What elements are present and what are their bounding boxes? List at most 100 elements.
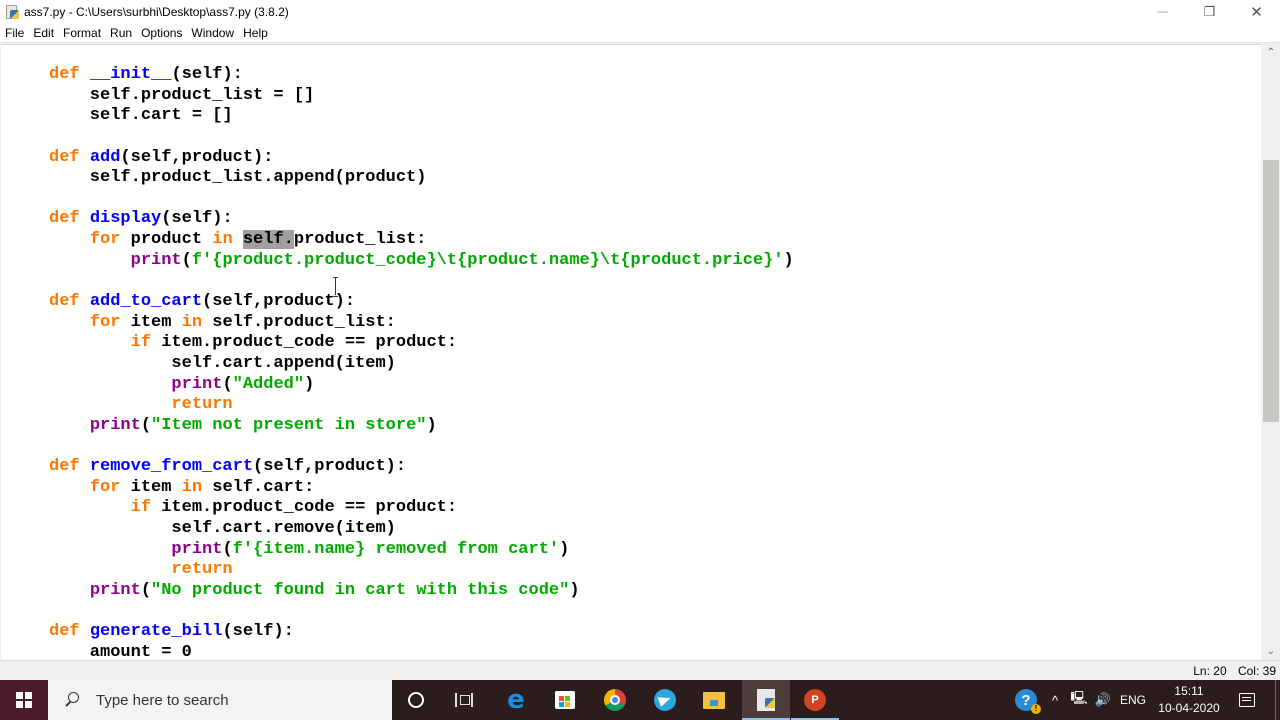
action-center-button[interactable] (1232, 680, 1262, 720)
code-line[interactable]: def add_to_cart(self,product): (49, 292, 794, 313)
code-token: item (120, 477, 182, 497)
string-token: "Item not present in store" (151, 415, 427, 435)
speaker-icon: 🔊 (1094, 692, 1112, 707)
chrome-taskbar-button[interactable] (591, 680, 639, 720)
code-token: item.product_code == product: (151, 333, 458, 353)
search-icon (62, 690, 82, 710)
vertical-scrollbar[interactable]: ⌃ ⌄ (1262, 44, 1280, 660)
minimize-button[interactable]: — (1139, 0, 1186, 24)
code-line[interactable]: print(f'{item.name} removed from cart') (49, 540, 794, 561)
clock-time: 15:11 (1174, 684, 1204, 698)
code-line[interactable]: if item.product_code == product: (49, 498, 794, 519)
code-line[interactable] (49, 602, 794, 623)
code-line[interactable]: print(f'{product.product_code}\t{product… (49, 251, 794, 272)
code-line[interactable]: self.product_list = [] (49, 86, 794, 107)
code-line[interactable]: self.product_list.append(product) (49, 168, 794, 189)
network-tray-button[interactable]: 🖳 (1068, 680, 1090, 720)
keyword-token: def (49, 622, 90, 642)
code-line[interactable]: self.cart = [] (49, 106, 794, 127)
code-token: product (120, 230, 213, 250)
code-line[interactable]: def __init__(self): (49, 65, 794, 86)
code-line[interactable]: def display(self): (49, 209, 794, 230)
idle-taskbar-button[interactable] (742, 680, 790, 720)
powerpoint-taskbar-button[interactable]: P (791, 680, 839, 720)
code-line[interactable]: def add(self,product): (49, 148, 794, 169)
task-view-button[interactable] (440, 680, 488, 720)
show-hidden-icons-button[interactable]: ^ (1046, 680, 1064, 720)
store-taskbar-button[interactable] (541, 680, 589, 720)
task-view-icon (455, 693, 473, 707)
clock-date: 10-04-2020 (1158, 701, 1220, 715)
code-line[interactable] (49, 437, 794, 458)
keyword-token: in (181, 312, 203, 332)
code-editor[interactable]: def __init__(self): self.product_list = … (1, 44, 1261, 660)
code-text[interactable]: def __init__(self): self.product_list = … (49, 65, 794, 660)
builtin-token: print (171, 539, 223, 559)
code-line[interactable]: self.cart.remove(item) (49, 519, 794, 540)
code-line[interactable] (49, 189, 794, 210)
keyword-token: for (89, 230, 121, 250)
code-line[interactable]: print("No product found in cart with thi… (49, 581, 794, 602)
help-tray-button[interactable]: ? (1012, 680, 1041, 720)
taskbar-search-box[interactable]: Type here to search (48, 680, 392, 720)
start-button[interactable] (0, 680, 48, 720)
restore-button[interactable]: ❐ (1186, 0, 1233, 24)
scroll-thumb[interactable] (1263, 159, 1279, 422)
string-token: "Added" (232, 374, 305, 394)
menu-window[interactable]: Window (187, 26, 238, 40)
code-line[interactable]: for item in self.cart: (49, 478, 794, 499)
code-line[interactable]: self.cart.append(item) (49, 354, 794, 375)
code-token: ( (140, 581, 152, 601)
folder-icon (703, 691, 725, 709)
code-token: self.product_list: (202, 312, 396, 332)
title-bar[interactable]: ass7.py - C:\Users\surbhi\Desktop\ass7.p… (0, 0, 1280, 24)
code-line[interactable]: return (49, 560, 794, 581)
builtin-token: print (171, 374, 223, 394)
code-line[interactable]: print("Added") (49, 375, 794, 396)
menu-help[interactable]: Help (239, 26, 272, 40)
code-line[interactable]: for product in self.product_list: (49, 230, 794, 251)
file-explorer-taskbar-button[interactable] (690, 680, 738, 720)
code-line[interactable] (49, 127, 794, 148)
code-line[interactable]: return (49, 395, 794, 416)
code-token: ) (304, 374, 315, 394)
code-line[interactable]: amount = 0 (49, 643, 794, 660)
code-line[interactable]: def remove_from_cart(self,product): (49, 457, 794, 478)
code-line[interactable]: print("Item not present in store") (49, 416, 794, 437)
chevron-down-icon: ⌄ (1266, 646, 1276, 657)
scroll-down-button[interactable]: ⌄ (1262, 643, 1280, 660)
code-line[interactable]: for item in self.product_list: (49, 313, 794, 334)
code-line[interactable]: def generate_bill(self): (49, 622, 794, 643)
menu-file[interactable]: File (1, 26, 28, 40)
code-token: ) (559, 539, 570, 559)
close-button[interactable]: ✕ (1233, 0, 1280, 24)
menu-run[interactable]: Run (106, 26, 136, 40)
menu-options[interactable]: Options (137, 26, 186, 40)
menu-format[interactable]: Format (59, 26, 105, 40)
taskbar-clock[interactable]: 15:11 10-04-2020 (1156, 680, 1222, 720)
string-token: f'{item.name} removed from cart' (232, 539, 560, 559)
function-name-token: generate_bill (89, 622, 223, 642)
volume-tray-button[interactable]: 🔊 (1092, 680, 1114, 720)
window-title: ass7.py - C:\Users\surbhi\Desktop\ass7.p… (24, 5, 289, 19)
menu-edit[interactable]: Edit (29, 26, 58, 40)
scroll-up-button[interactable]: ⌃ (1262, 44, 1280, 61)
code-token: ( (140, 415, 152, 435)
network-icon: 🖳 (1070, 690, 1088, 705)
code-token: self.product_list.append(product) (49, 168, 427, 188)
keyword-token: in (212, 230, 233, 250)
cortana-button[interactable] (392, 680, 440, 720)
show-desktop-button[interactable] (1275, 680, 1280, 720)
code-token: ) (426, 415, 437, 435)
code-line[interactable]: if item.product_code == product: (49, 333, 794, 354)
edge-taskbar-button[interactable]: e (492, 680, 540, 720)
language-indicator[interactable]: ENG (1118, 680, 1148, 720)
code-line[interactable] (49, 271, 794, 292)
telegram-taskbar-button[interactable] (641, 680, 689, 720)
python-idle-icon (4, 4, 20, 20)
code-token: ( (181, 250, 192, 270)
